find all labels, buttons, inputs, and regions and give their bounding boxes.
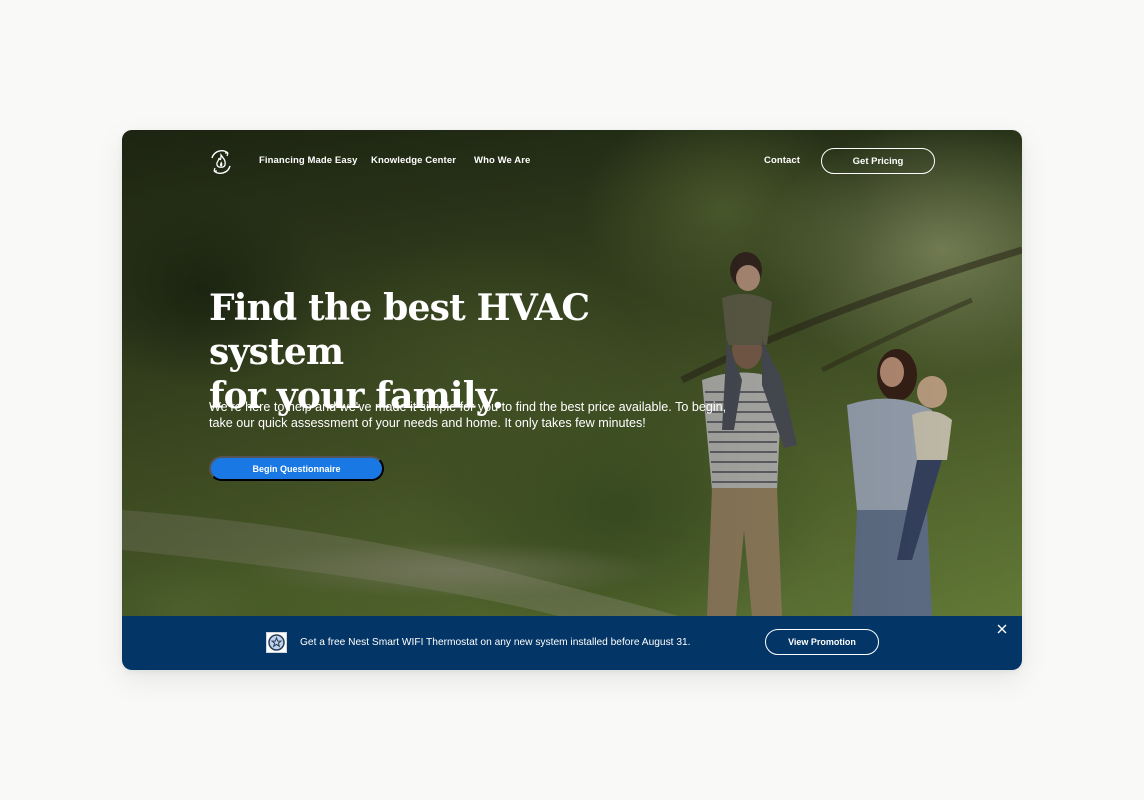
get-pricing-button[interactable]: Get Pricing bbox=[821, 148, 935, 174]
nav-link-financing[interactable]: Financing Made Easy bbox=[259, 155, 358, 166]
begin-questionnaire-button[interactable]: Begin Questionnaire bbox=[209, 456, 384, 481]
top-navigation: Financing Made Easy Knowledge Center Who… bbox=[122, 130, 1022, 192]
promo-banner: Get a free Nest Smart WIFI Thermostat on… bbox=[122, 616, 1022, 670]
view-promotion-button[interactable]: View Promotion bbox=[765, 629, 879, 655]
nav-link-knowledge-center[interactable]: Knowledge Center bbox=[371, 155, 456, 166]
hero-subtext: We’re here to help and we've made it sim… bbox=[209, 400, 727, 430]
star-badge-icon bbox=[266, 632, 287, 653]
nav-link-who-we-are[interactable]: Who We Are bbox=[474, 155, 530, 166]
website-frame: Financing Made Easy Knowledge Center Who… bbox=[122, 130, 1022, 670]
close-icon[interactable] bbox=[995, 622, 1009, 636]
headline-line-1: Find the best HVAC system bbox=[209, 287, 590, 373]
flame-cycle-logo-icon[interactable] bbox=[208, 149, 234, 175]
nav-link-contact[interactable]: Contact bbox=[764, 155, 800, 166]
promo-message: Get a free Nest Smart WIFI Thermostat on… bbox=[300, 637, 691, 648]
